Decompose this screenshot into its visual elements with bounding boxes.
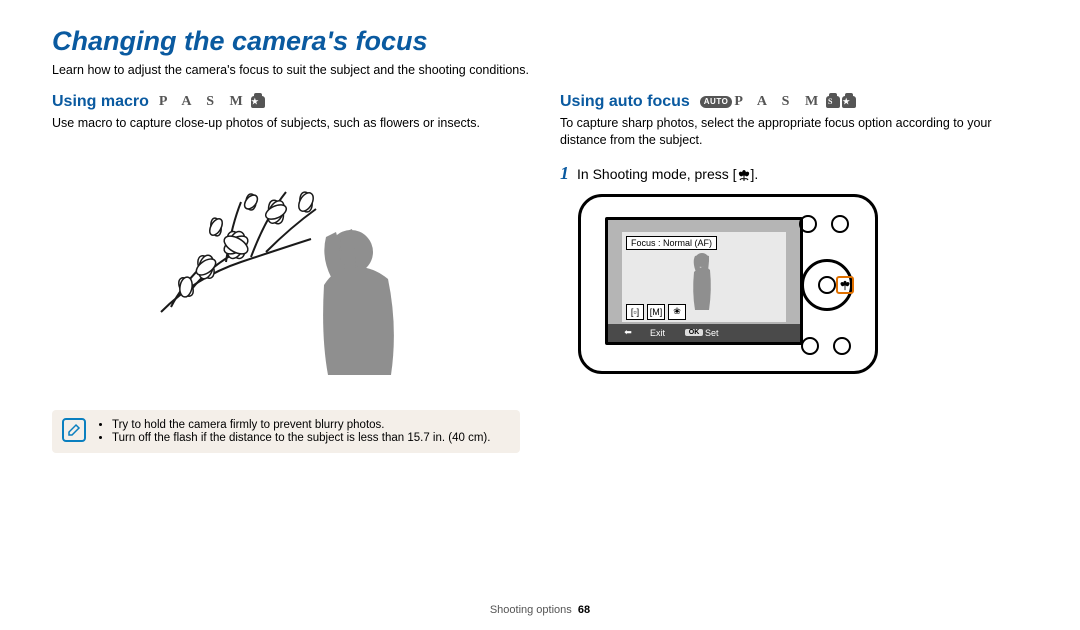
- exit-label: Exit: [650, 328, 665, 338]
- macro-body: Use macro to capture close-up photos of …: [52, 115, 520, 132]
- autofocus-body: To capture sharp photos, select the appr…: [560, 115, 1028, 149]
- macro-flower-icon: [737, 168, 751, 182]
- camera-mode-icon: ★: [842, 96, 856, 108]
- tip-list: Try to hold the camera firmly to prevent…: [98, 419, 510, 444]
- page-intro: Learn how to adjust the camera's focus t…: [52, 63, 1028, 77]
- mode-icons-autofocus: AUTO P A S M S ★: [700, 94, 856, 110]
- note-icon: [62, 418, 86, 442]
- section-heading-autofocus: Using auto focus AUTO P A S M S ★: [560, 93, 1028, 111]
- camera-button-bottom-right[interactable]: [833, 337, 851, 355]
- footer-section: Shooting options: [490, 604, 572, 616]
- camera-screen-inner: Focus : Normal (AF) [▫] [M] ❀: [622, 232, 786, 322]
- step-text-after: ].: [751, 166, 759, 182]
- step-text-before: In Shooting mode, press [: [577, 166, 737, 182]
- screen-softkey-bar: ⬅ Exit OK Set: [608, 324, 800, 342]
- mode-letters: P A S M: [159, 94, 249, 110]
- camera-screen: Focus : Normal (AF) [▫] [M] ❀ ⬅ Exit: [605, 217, 803, 345]
- tip-item: Try to hold the camera firmly to prevent…: [112, 419, 510, 431]
- exit-key-icon: ⬅: [608, 327, 648, 338]
- auto-badge: AUTO: [700, 96, 733, 108]
- focus-label: Focus : Normal (AF): [626, 236, 717, 250]
- camera-illustration: Focus : Normal (AF) [▫] [M] ❀ ⬅ Exit: [560, 194, 1028, 374]
- camera-control-dial[interactable]: [801, 259, 853, 311]
- focus-option-af[interactable]: [▫]: [626, 304, 644, 320]
- right-column: Using auto focus AUTO P A S M S ★ To cap…: [560, 93, 1028, 453]
- focus-option-mf[interactable]: [M]: [647, 304, 665, 320]
- section-heading-macro: Using macro P A S M ★: [52, 93, 520, 111]
- page-footer: Shooting options 68: [0, 604, 1080, 616]
- mode-icons-macro: P A S M ★: [159, 94, 265, 110]
- macro-button-highlight[interactable]: [836, 276, 854, 294]
- mode-letters: P A S M: [734, 94, 824, 110]
- section-title-autofocus: Using auto focus: [560, 93, 690, 111]
- footer-page-number: 68: [578, 604, 590, 616]
- content-columns: Using macro P A S M ★ Use macro to captu…: [52, 93, 1028, 453]
- page-title: Changing the camera's focus: [52, 26, 1028, 57]
- section-title-macro: Using macro: [52, 93, 149, 111]
- focus-option-macro[interactable]: ❀: [668, 304, 686, 320]
- camera-mode-icon: ★: [251, 96, 265, 108]
- left-column: Using macro P A S M ★ Use macro to captu…: [52, 93, 520, 453]
- subject-silhouette: [682, 250, 722, 310]
- camera-button-top-right-2[interactable]: [799, 215, 817, 233]
- macro-illustration: [52, 140, 520, 395]
- step-text: In Shooting mode, press [].: [577, 166, 758, 182]
- set-label: Set: [705, 328, 719, 338]
- scene-mode-icon: S: [826, 96, 840, 108]
- tip-note-box: Try to hold the camera firmly to prevent…: [52, 410, 520, 453]
- set-key-icon: OK: [685, 329, 703, 336]
- camera-button-bottom-right-2[interactable]: [801, 337, 819, 355]
- tip-item: Turn off the flash if the distance to th…: [112, 432, 510, 444]
- step-1: 1 In Shooting mode, press [].: [560, 163, 1028, 184]
- focus-option-row: [▫] [M] ❀: [626, 304, 686, 320]
- step-number: 1: [560, 163, 569, 184]
- camera-button-top-right[interactable]: [831, 215, 849, 233]
- camera-body: Focus : Normal (AF) [▫] [M] ❀ ⬅ Exit: [578, 194, 878, 374]
